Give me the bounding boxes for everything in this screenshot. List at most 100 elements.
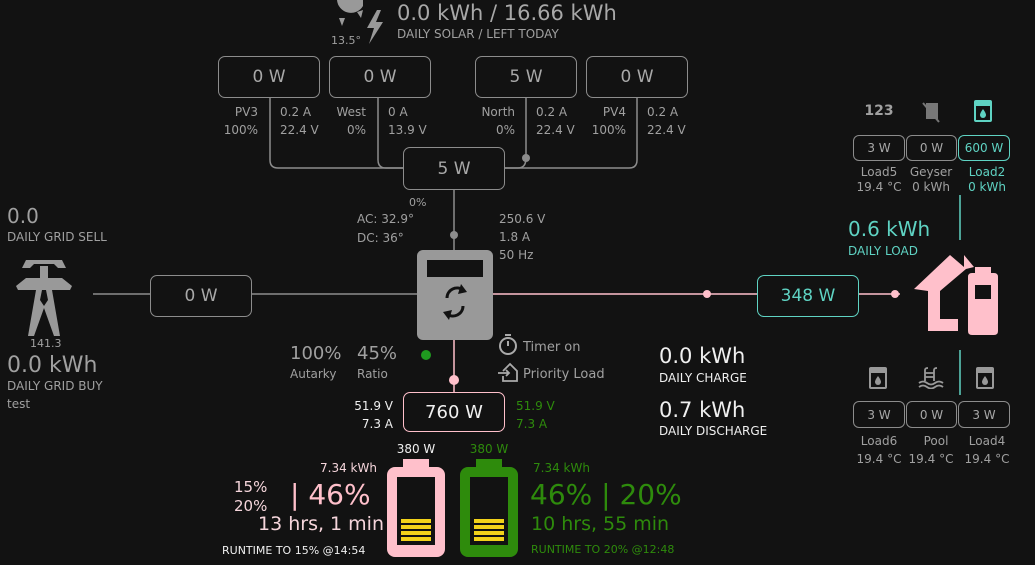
geyser-info: 0 kWh [912,180,950,194]
geyser-power[interactable]: 0 W [906,135,957,161]
battery1-energy: 7.34 kWh [320,461,377,475]
pool-info: 19.4 °C [908,452,954,466]
battery-right-voltage: 51.9 V [516,399,555,413]
daily-charge-value: 0.0 kWh [659,344,746,368]
geyser-off-icon [922,102,940,123]
battery-right-current: 7.3 A [516,417,548,431]
autarky-value: 100% [290,343,342,364]
west-power[interactable]: 0 W [329,56,431,98]
pv4-current: 0.2 A [647,105,679,119]
load5-name: Load5 [860,165,898,179]
geyser-name: Geyser [909,165,953,179]
north-current: 0.2 A [536,105,568,119]
battery-left-voltage: 51.9 V [354,399,393,413]
north-power[interactable]: 5 W [475,56,577,98]
daily-grid-sell-label: DAILY GRID SELL [7,230,107,244]
daily-charge-label: DAILY CHARGE [659,371,747,385]
battery1-runtime: 13 hrs, 1 min [258,513,385,535]
solar-temperature: 13.5° [331,34,361,47]
status-dot [421,350,431,360]
load2-power[interactable]: 600 W [958,135,1010,161]
daily-solar-value: 0.0 kWh / 16.66 kWh [397,1,617,25]
north-voltage: 22.4 V [536,123,575,137]
house-battery-icon [914,255,998,335]
daily-solar-label: DAILY SOLAR / LEFT TODAY [397,27,559,41]
load6-washer-icon [869,367,887,389]
battery1-limit2: 20% [234,497,268,515]
inverter-current: 1.8 A [499,230,531,244]
pool-name: Pool [923,434,949,448]
battery2-runtime: 10 hrs, 55 min [531,513,670,535]
load6-name: Load6 [860,434,898,448]
battery1-soc: | 46% [290,478,371,511]
load2-name: Load2 [968,165,1006,179]
grid-note: test [7,397,31,411]
load-power[interactable]: 348 W [757,275,859,317]
west-current: 0 A [388,105,408,119]
load5-power[interactable]: 3 W [853,135,905,161]
pv3-voltage: 22.4 V [280,123,319,137]
load5-icon: 123 [864,103,894,119]
priority-load-icon [498,362,518,382]
battery1-icon[interactable] [387,459,445,557]
timer-status: Timer on [523,340,581,355]
solar-dot [450,231,458,239]
load4-name: Load4 [968,434,1006,448]
battery2-soc: 46% | 20% [530,478,682,511]
load4-power[interactable]: 3 W [958,401,1010,428]
battery2-runtime-label: RUNTIME TO 20% @12:48 [531,543,675,556]
grid-tower-value: 141.3 [30,337,62,350]
pool-power[interactable]: 0 W [906,401,957,428]
inverter-icon[interactable] [417,250,493,340]
autarky-label: Autarky [290,367,337,381]
timer-icon [499,334,517,355]
load6-power[interactable]: 3 W [853,401,905,428]
priority-load-label: Priority Load [523,367,605,382]
battery1-limit1: 15% [234,478,268,496]
pv4-power[interactable]: 0 W [586,56,688,98]
load2-info: 0 kWh [968,180,1006,194]
solar-total-percent: 0% [409,196,427,209]
pool-icon [918,367,944,389]
house-dot [891,290,899,298]
load5-info: 19.4 °C [856,180,902,194]
daily-discharge-label: DAILY DISCHARGE [659,424,768,438]
inverter-dc-temp: DC: 36° [357,231,404,245]
pv3-power[interactable]: 0 W [218,56,320,98]
north-name: North [481,105,515,119]
daily-load-label: DAILY LOAD [848,244,918,258]
ratio-label: Ratio [357,367,388,381]
battery-dot [449,375,459,385]
load6-info: 19.4 °C [856,452,902,466]
daily-load-value: 0.6 kWh [848,217,931,241]
pv3-current: 0.2 A [280,105,312,119]
inverter-ac-temp: AC: 32.9° [357,212,414,226]
inverter-frequency: 50 Hz [499,248,534,262]
west-name: West [336,105,366,119]
daily-grid-sell-value: 0.0 [7,204,39,228]
inverter-voltage: 250.6 V [499,212,546,226]
solar-total-power[interactable]: 5 W [403,147,505,190]
pv3-name: PV3 [234,105,258,119]
battery2-icon[interactable] [460,459,518,557]
battery1-power: 380 W [396,442,436,456]
daily-grid-buy-label: DAILY GRID BUY [7,379,103,393]
load4-washer-icon [976,367,994,389]
battery2-energy: 7.34 kWh [533,461,590,475]
grid-power[interactable]: 0 W [150,275,252,317]
pv4-percent: 100% [591,123,626,137]
daily-grid-buy-value: 0.0 kWh [7,353,98,378]
grid-tower-icon [16,260,72,336]
load4-info: 19.4 °C [964,452,1010,466]
pv3-percent: 100% [223,123,258,137]
battery1-runtime-label: RUNTIME TO 15% @14:54 [222,544,366,557]
ratio-value: 45% [357,343,398,364]
battery-power[interactable]: 760 W [403,392,505,432]
north-dot [522,154,530,162]
battery-left-current: 7.3 A [361,417,393,431]
load-dot [703,290,711,298]
pv4-name: PV4 [602,105,626,119]
battery2-power: 380 W [469,442,509,456]
north-percent: 0% [495,123,515,137]
west-voltage: 13.9 V [388,123,427,137]
